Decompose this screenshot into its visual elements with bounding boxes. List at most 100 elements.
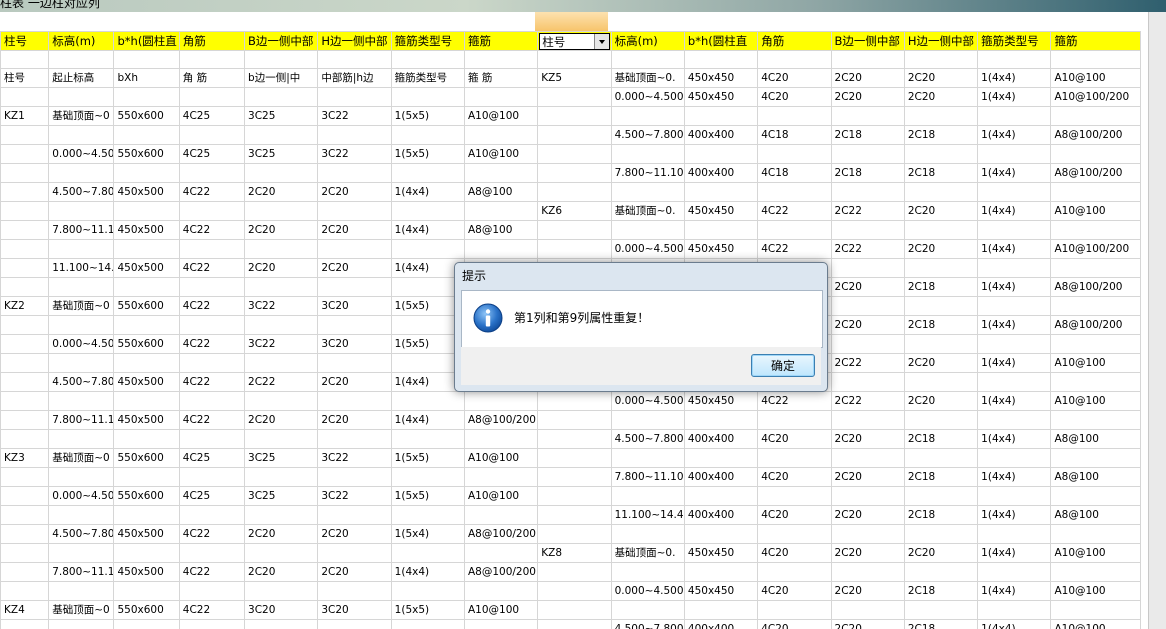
table-cell[interactable]: 3C25 [244, 486, 319, 506]
table-cell[interactable] [178, 353, 246, 373]
table-cell[interactable]: 450x450 [683, 543, 759, 563]
table-cell[interactable]: 4C25 [178, 106, 246, 126]
table-cell[interactable]: 2C20 [903, 68, 979, 88]
table-cell[interactable] [317, 619, 392, 629]
table-cell[interactable] [683, 144, 759, 164]
table-cell[interactable] [390, 505, 465, 525]
table-cell[interactable] [244, 277, 319, 297]
table-cell[interactable] [113, 619, 180, 629]
table-cell[interactable]: 2C18 [903, 581, 979, 601]
table-cell[interactable] [0, 144, 50, 164]
table-cell[interactable]: A8@100/200 [1050, 125, 1141, 145]
table-cell[interactable]: 2C20 [903, 201, 979, 221]
table-cell[interactable] [317, 201, 392, 221]
table-cell[interactable] [537, 182, 612, 202]
header-cell[interactable]: b*h(圆柱直 [113, 31, 180, 51]
table-cell[interactable]: 2C18 [830, 163, 905, 183]
table-cell[interactable] [1050, 562, 1141, 582]
table-cell[interactable] [757, 524, 832, 544]
table-cell[interactable] [537, 163, 612, 183]
table-cell[interactable] [0, 429, 50, 449]
table-cell[interactable] [113, 87, 180, 107]
table-cell[interactable] [537, 50, 612, 69]
table-cell[interactable]: A8@100 [1050, 467, 1141, 487]
table-cell[interactable]: 0.000~4.500 [610, 581, 685, 601]
table-cell[interactable] [903, 486, 979, 506]
table-cell[interactable] [1050, 410, 1141, 430]
table-cell[interactable] [903, 600, 979, 620]
table-cell[interactable]: A10@100 [1050, 201, 1141, 221]
header-cell[interactable]: 柱号 [0, 31, 50, 51]
table-cell[interactable]: KZ5 [537, 68, 612, 88]
table-cell[interactable]: 4C22 [178, 524, 246, 544]
table-cell[interactable]: 4C22 [757, 201, 832, 221]
chevron-down-icon[interactable] [594, 33, 610, 49]
table-cell[interactable]: 7.800~11.1 [48, 562, 115, 582]
table-cell[interactable] [113, 581, 180, 601]
table-cell[interactable] [178, 201, 246, 221]
table-cell[interactable] [0, 182, 50, 202]
table-cell[interactable] [537, 581, 612, 601]
table-cell[interactable] [977, 562, 1052, 582]
header-cell[interactable]: 箍筋 [463, 31, 539, 51]
table-cell[interactable] [317, 429, 392, 449]
table-cell[interactable] [683, 562, 759, 582]
table-cell[interactable] [610, 144, 685, 164]
table-cell[interactable] [757, 50, 832, 69]
table-cell[interactable]: A8@100 [463, 220, 539, 240]
table-cell[interactable]: 4C22 [178, 410, 246, 430]
table-cell[interactable]: 450x500 [113, 220, 180, 240]
table-cell[interactable] [178, 619, 246, 629]
table-cell[interactable]: 11.100~14.4 [610, 505, 685, 525]
table-cell[interactable] [977, 524, 1052, 544]
table-cell[interactable] [113, 163, 180, 183]
table-cell[interactable] [113, 353, 180, 373]
table-cell[interactable]: bXh [113, 68, 180, 88]
table-cell[interactable]: 2C20 [244, 562, 319, 582]
table-cell[interactable]: 角 筋 [178, 68, 246, 88]
table-cell[interactable] [537, 87, 612, 107]
table-cell[interactable]: 0.000~4.50 [48, 486, 115, 506]
table-cell[interactable]: 基础顶面~0 [48, 296, 115, 316]
table-cell[interactable]: 3C25 [244, 448, 319, 468]
table-cell[interactable] [178, 581, 246, 601]
table-cell[interactable]: KZ6 [537, 201, 612, 221]
table-cell[interactable]: 3C22 [244, 296, 319, 316]
table-cell[interactable] [610, 448, 685, 468]
table-cell[interactable] [48, 619, 115, 629]
table-cell[interactable]: 550x600 [113, 296, 180, 316]
table-cell[interactable]: 7.800~11.10 [610, 163, 685, 183]
table-cell[interactable]: 4.500~7.800 [610, 429, 685, 449]
table-cell[interactable]: 450x500 [113, 258, 180, 278]
table-cell[interactable] [0, 277, 50, 297]
table-cell[interactable] [244, 505, 319, 525]
table-cell[interactable]: 550x600 [113, 106, 180, 126]
table-cell[interactable] [977, 220, 1052, 240]
table-cell[interactable] [537, 562, 612, 582]
table-cell[interactable]: A10@100 [463, 144, 539, 164]
table-cell[interactable]: 450x500 [113, 410, 180, 430]
table-cell[interactable]: 3C22 [317, 144, 392, 164]
table-cell[interactable]: 2C20 [244, 524, 319, 544]
table-cell[interactable] [610, 220, 685, 240]
table-cell[interactable]: 0.000~4.50 [48, 144, 115, 164]
table-cell[interactable]: 2C20 [244, 258, 319, 278]
table-cell[interactable]: 550x600 [113, 448, 180, 468]
table-cell[interactable]: A8@100/200 [1050, 315, 1141, 335]
table-cell[interactable] [830, 562, 905, 582]
table-cell[interactable]: 3C22 [317, 106, 392, 126]
table-cell[interactable] [317, 315, 392, 335]
table-cell[interactable] [390, 429, 465, 449]
table-cell[interactable]: 0.000~4.50 [48, 334, 115, 354]
table-cell[interactable] [537, 486, 612, 506]
table-cell[interactable]: 11.100~14. [48, 258, 115, 278]
table-cell[interactable]: 4C25 [178, 144, 246, 164]
table-cell[interactable]: A8@100 [1050, 429, 1141, 449]
table-cell[interactable]: 450x450 [683, 581, 759, 601]
table-cell[interactable] [757, 486, 832, 506]
table-cell[interactable] [244, 467, 319, 487]
table-cell[interactable]: 4C20 [757, 87, 832, 107]
table-cell[interactable]: A8@100/200 [463, 524, 539, 544]
table-cell[interactable]: 4C22 [178, 296, 246, 316]
table-cell[interactable]: 7.800~11.10 [610, 467, 685, 487]
